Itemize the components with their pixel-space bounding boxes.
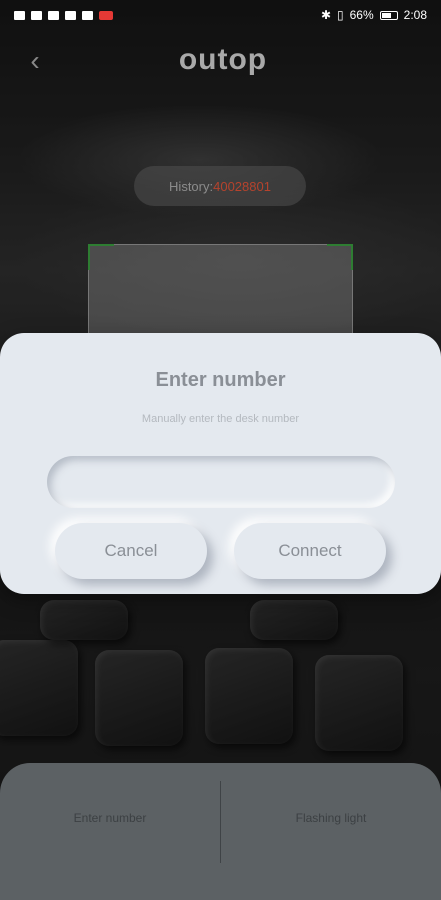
history-label: History: (169, 178, 214, 194)
bluetooth-icon: ✱ (320, 8, 331, 22)
flashing-light-button[interactable]: Flashing light (221, 803, 441, 833)
wifi-icon (48, 10, 59, 20)
scan-frame (88, 244, 353, 344)
connect-button[interactable]: Connect (234, 523, 386, 579)
record-icon (99, 10, 113, 20)
status-icons-right: ✱ ▯ 66% 2:08 (321, 8, 427, 22)
back-button[interactable]: ‹ (22, 45, 48, 76)
scan-corner-icon (88, 244, 114, 270)
desk-number-input[interactable] (47, 456, 395, 508)
dialog-title: Enter number (155, 369, 286, 391)
history-pill[interactable]: History: 40028801 (134, 166, 306, 206)
status-icons-left (14, 10, 113, 20)
alarm-icon (82, 10, 93, 20)
notification-icon (65, 10, 76, 20)
enter-number-button[interactable]: Enter number (0, 803, 220, 833)
history-number: 40028801 (213, 178, 271, 194)
vibrate-icon: ▯ (337, 8, 344, 22)
sim-icon (14, 10, 25, 20)
battery-percent: 66% (349, 8, 374, 22)
enter-number-dialog: Enter number Manually enter the desk num… (0, 333, 441, 594)
app-logo: outop (178, 43, 268, 76)
bottom-action-bar: Enter number Flashing light (0, 763, 441, 900)
status-bar: ✱ ▯ 66% 2:08 (0, 0, 441, 30)
scan-corner-icon (327, 244, 353, 270)
battery-icon (379, 10, 398, 20)
chevron-left-icon: ‹ (30, 45, 40, 76)
signal-icon (31, 10, 42, 20)
dialog-subtitle: Manually enter the desk number (141, 413, 300, 425)
clock: 2:08 (403, 8, 427, 22)
cancel-button[interactable]: Cancel (55, 523, 207, 579)
